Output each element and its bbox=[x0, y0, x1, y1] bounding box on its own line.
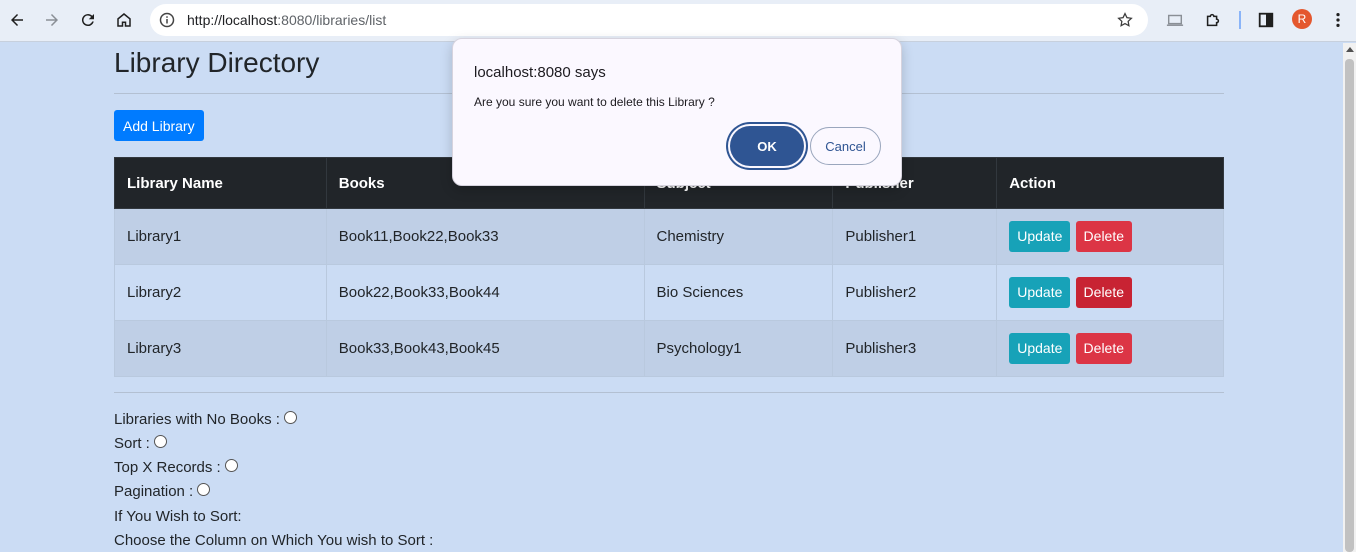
choose-column-label: Choose the Column on Which You wish to S… bbox=[114, 532, 434, 549]
update-button[interactable]: Update bbox=[1009, 277, 1071, 308]
cell-publisher: Publisher3 bbox=[832, 320, 998, 377]
option-sort: Sort : bbox=[114, 435, 167, 452]
update-button[interactable]: Update bbox=[1009, 221, 1071, 252]
table-row: Library1 Book11,Book22,Book33 Chemistry … bbox=[114, 208, 1224, 265]
choose-column-text: Choose the Column on Which You wish to S… bbox=[114, 532, 433, 549]
wish-sort-text: If You Wish to Sort: bbox=[114, 508, 242, 525]
option-pagination: Pagination : bbox=[114, 483, 211, 500]
menu-kebab-icon[interactable] bbox=[1328, 10, 1348, 30]
option-top-x-label: Top X Records : bbox=[114, 459, 221, 476]
cell-action: Update Delete bbox=[996, 208, 1224, 265]
dialog-cancel-button[interactable]: Cancel bbox=[810, 127, 881, 165]
address-bar[interactable]: http://localhost:8080/libraries/list bbox=[150, 4, 1148, 36]
delete-button[interactable]: Delete bbox=[1075, 277, 1133, 308]
url-text: http://localhost:8080/libraries/list bbox=[187, 12, 386, 28]
cell-action: Update Delete bbox=[996, 320, 1224, 377]
pagination-radio[interactable] bbox=[197, 483, 211, 496]
sort-radio[interactable] bbox=[153, 435, 167, 448]
option-pagination-label: Pagination : bbox=[114, 483, 194, 500]
options-divider bbox=[114, 392, 1224, 393]
cell-books: Book11,Book22,Book33 bbox=[325, 208, 645, 265]
delete-button[interactable]: Delete bbox=[1075, 221, 1133, 252]
delete-button[interactable]: Delete bbox=[1075, 333, 1133, 364]
page-scrollbar[interactable] bbox=[1343, 43, 1356, 552]
reload-icon[interactable] bbox=[73, 5, 103, 35]
dialog-title: localhost:8080 says bbox=[474, 64, 606, 81]
cast-icon[interactable] bbox=[1165, 10, 1185, 30]
table-row: Library2 Book22,Book33,Book44 Bio Scienc… bbox=[114, 264, 1224, 321]
url-host: http://localhost bbox=[187, 12, 278, 28]
site-info-icon[interactable] bbox=[159, 12, 175, 28]
cell-subject: Chemistry bbox=[643, 208, 834, 265]
toolbar-divider bbox=[1239, 11, 1241, 29]
back-icon[interactable] bbox=[2, 5, 32, 35]
cell-library-name: Library1 bbox=[114, 208, 327, 265]
dialog-message: Are you sure you want to delete this Lib… bbox=[474, 95, 715, 109]
library-table: Library Name Books Subject Publisher Act… bbox=[114, 157, 1224, 377]
cell-library-name: Library2 bbox=[114, 264, 327, 321]
browser-toolbar: http://localhost:8080/libraries/list R bbox=[0, 0, 1356, 42]
cell-books: Book22,Book33,Book44 bbox=[325, 264, 645, 321]
add-library-button[interactable]: Add Library bbox=[114, 110, 204, 141]
cell-action: Update Delete bbox=[996, 264, 1224, 321]
side-panel-icon[interactable] bbox=[1256, 10, 1276, 30]
home-icon[interactable] bbox=[109, 5, 139, 35]
scrollbar-thumb[interactable] bbox=[1345, 59, 1354, 552]
avatar-initial: R bbox=[1297, 12, 1307, 26]
cell-books: Book33,Book43,Book45 bbox=[325, 320, 645, 377]
wish-sort-label: If You Wish to Sort: bbox=[114, 508, 242, 525]
forward-icon[interactable] bbox=[37, 5, 67, 35]
url-path: :8080/libraries/list bbox=[277, 12, 387, 28]
cell-publisher: Publisher1 bbox=[832, 208, 998, 265]
option-top-x: Top X Records : bbox=[114, 459, 238, 476]
header-library-name: Library Name bbox=[114, 157, 327, 209]
extensions-icon[interactable] bbox=[1203, 10, 1223, 30]
no-books-radio[interactable] bbox=[283, 411, 297, 424]
option-sort-label: Sort : bbox=[114, 435, 150, 452]
profile-avatar[interactable]: R bbox=[1292, 9, 1312, 29]
scroll-up-arrow-icon[interactable] bbox=[1346, 47, 1354, 52]
bookmark-star-icon[interactable] bbox=[1116, 11, 1134, 29]
cell-subject: Bio Sciences bbox=[643, 264, 834, 321]
update-button[interactable]: Update bbox=[1009, 333, 1071, 364]
page-title: Library Directory bbox=[114, 47, 320, 78]
cell-publisher: Publisher2 bbox=[832, 264, 998, 321]
cell-library-name: Library3 bbox=[114, 320, 327, 377]
cell-subject: Psychology1 bbox=[643, 320, 834, 377]
option-no-books: Libraries with No Books : bbox=[114, 411, 297, 428]
table-row: Library3 Book33,Book43,Book45 Psychology… bbox=[114, 320, 1224, 377]
top-x-radio[interactable] bbox=[224, 459, 238, 472]
header-action: Action bbox=[996, 157, 1224, 209]
option-no-books-label: Libraries with No Books : bbox=[114, 411, 280, 428]
dialog-ok-button[interactable]: OK bbox=[730, 126, 804, 166]
confirm-dialog: localhost:8080 says Are you sure you wan… bbox=[452, 38, 902, 186]
